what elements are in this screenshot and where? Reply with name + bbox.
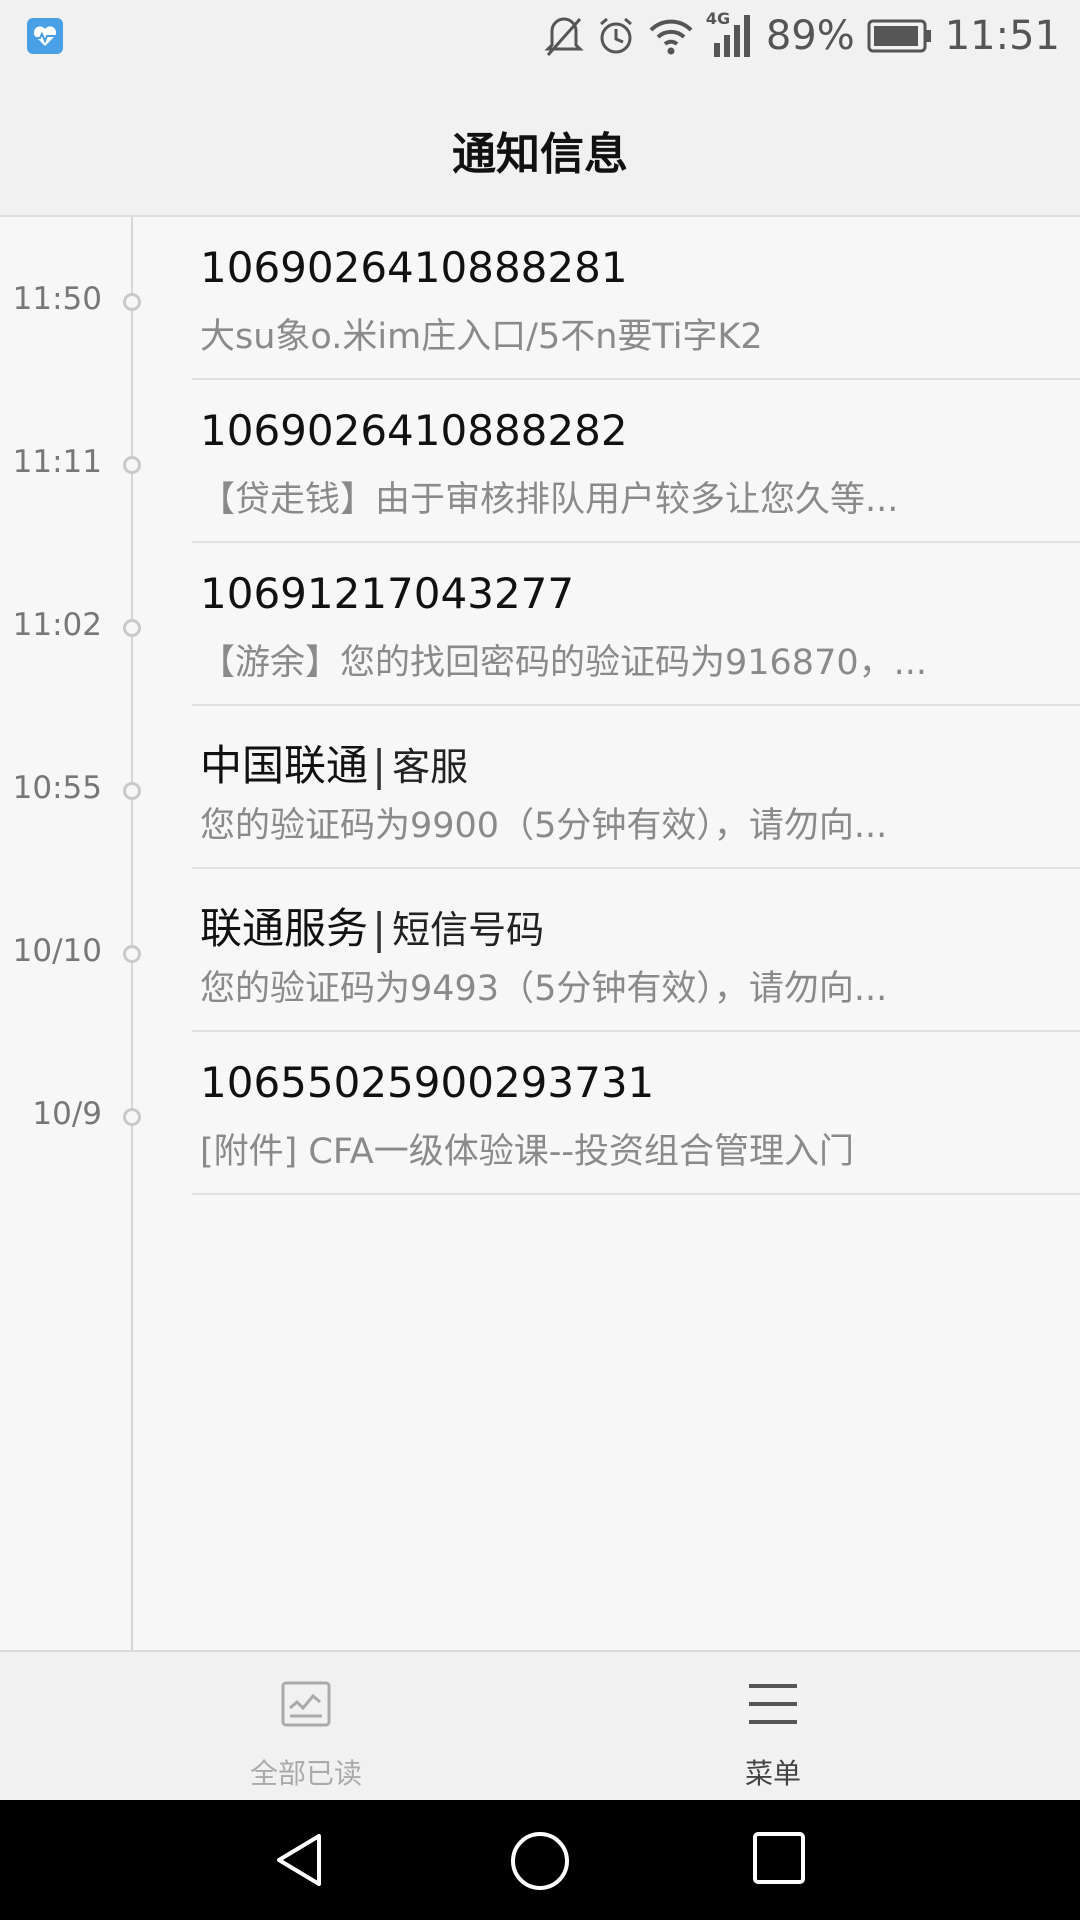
message-item[interactable]: 11:50 1069026410888281 大su象o.米im庄入口/5不n要… [0, 217, 1080, 380]
message-sender: 10691217043277 [200, 569, 574, 618]
message-item[interactable]: 10:55 中国联通| 客服 您的验证码为9900（5分钟有效），请勿向... [0, 706, 1080, 869]
battery-icon [867, 19, 931, 53]
message-list[interactable]: 11:50 1069026410888281 大su象o.米im庄入口/5不n要… [0, 217, 1080, 1650]
back-icon[interactable] [271, 1830, 331, 1890]
message-time: 10/10 [12, 933, 102, 969]
message-time: 10:55 [12, 770, 102, 806]
mute-icon [544, 17, 584, 56]
timeline-dot [123, 945, 141, 963]
menu-button[interactable]: 菜单 [623, 1652, 923, 1802]
page-title: 通知信息 [452, 129, 628, 180]
sender-name: 联通服务 [200, 904, 369, 953]
sender-separator: | [372, 904, 387, 953]
bottom-action-bar: 全部已读 菜单 [0, 1650, 1080, 1802]
timeline-dot [123, 782, 141, 800]
mark-all-read-label: 全部已读 [249, 1757, 362, 1790]
message-preview: 【贷走钱】由于审核排队用户较多让您久等... [200, 480, 899, 520]
status-bar: 4G 89% 11:51 [0, 0, 1080, 72]
timeline-dot [123, 293, 141, 311]
message-preview: 您的验证码为9493（5分钟有效），请勿向... [200, 969, 888, 1009]
message-item[interactable]: 11:02 10691217043277 【游余】您的找回密码的验证码为9168… [0, 543, 1080, 706]
sender-subtitle: 短信号码 [392, 908, 545, 952]
sender-name: 中国联通 [200, 741, 369, 790]
system-navigation-bar [0, 1800, 1080, 1920]
message-time: 11:02 [12, 607, 102, 643]
sender-name: 10655025900293731 [200, 1058, 655, 1107]
message-preview: 【游余】您的找回密码的验证码为916870，... [200, 643, 927, 683]
sender-name: 10691217043277 [200, 569, 575, 618]
message-preview: 您的验证码为9900（5分钟有效），请勿向... [200, 806, 888, 846]
message-item[interactable]: 10/10 联通服务| 短信号码 您的验证码为9493（5分钟有效），请勿向... [0, 869, 1080, 1032]
health-app-icon [27, 18, 63, 54]
wifi-icon [649, 19, 693, 55]
header: 通知信息 [0, 72, 1080, 217]
message-item[interactable]: 11:11 1069026410888282 【贷走钱】由于审核排队用户较多让您… [0, 380, 1080, 543]
message-sender: 1069026410888281 [200, 243, 628, 292]
message-sender: 10655025900293731 [200, 1058, 654, 1107]
message-time: 11:11 [12, 444, 102, 480]
mark-read-icon [281, 1681, 331, 1727]
clock: 11:51 [944, 13, 1060, 59]
sender-name: 1069026410888282 [200, 406, 628, 455]
message-item[interactable]: 10/9 10655025900293731 [附件] CFA一级体验课--投资… [0, 1032, 1080, 1195]
sender-name: 1069026410888281 [200, 243, 628, 292]
sender-subtitle: 客服 [392, 745, 469, 789]
menu-label: 菜单 [744, 1757, 801, 1790]
message-sender: 中国联通| 客服 [200, 732, 468, 793]
message-time: 11:50 [12, 281, 102, 317]
status-icons: 4G 89% 11:51 [544, 9, 1060, 62]
divider [192, 1193, 1080, 1195]
alarm-icon [599, 17, 632, 54]
home-icon[interactable] [509, 1830, 571, 1892]
timeline-dot [123, 1108, 141, 1126]
message-sender: 1069026410888282 [200, 406, 628, 455]
menu-icon [749, 1684, 797, 1724]
timeline-dot [123, 456, 141, 474]
signal-icon: 4G [706, 9, 754, 59]
recent-apps-icon[interactable] [751, 1830, 807, 1886]
mark-all-read-button[interactable]: 全部已读 [156, 1652, 456, 1802]
sender-separator: | [372, 741, 387, 790]
message-preview: 大su象o.米im庄入口/5不n要Ti字K2 [200, 317, 763, 357]
message-preview: [附件] CFA一级体验课--投资组合管理入门 [200, 1132, 854, 1172]
battery-percent: 89% [765, 13, 855, 59]
timeline-dot [123, 619, 141, 637]
message-time: 10/9 [32, 1096, 102, 1132]
message-sender: 联通服务| 短信号码 [200, 895, 544, 956]
